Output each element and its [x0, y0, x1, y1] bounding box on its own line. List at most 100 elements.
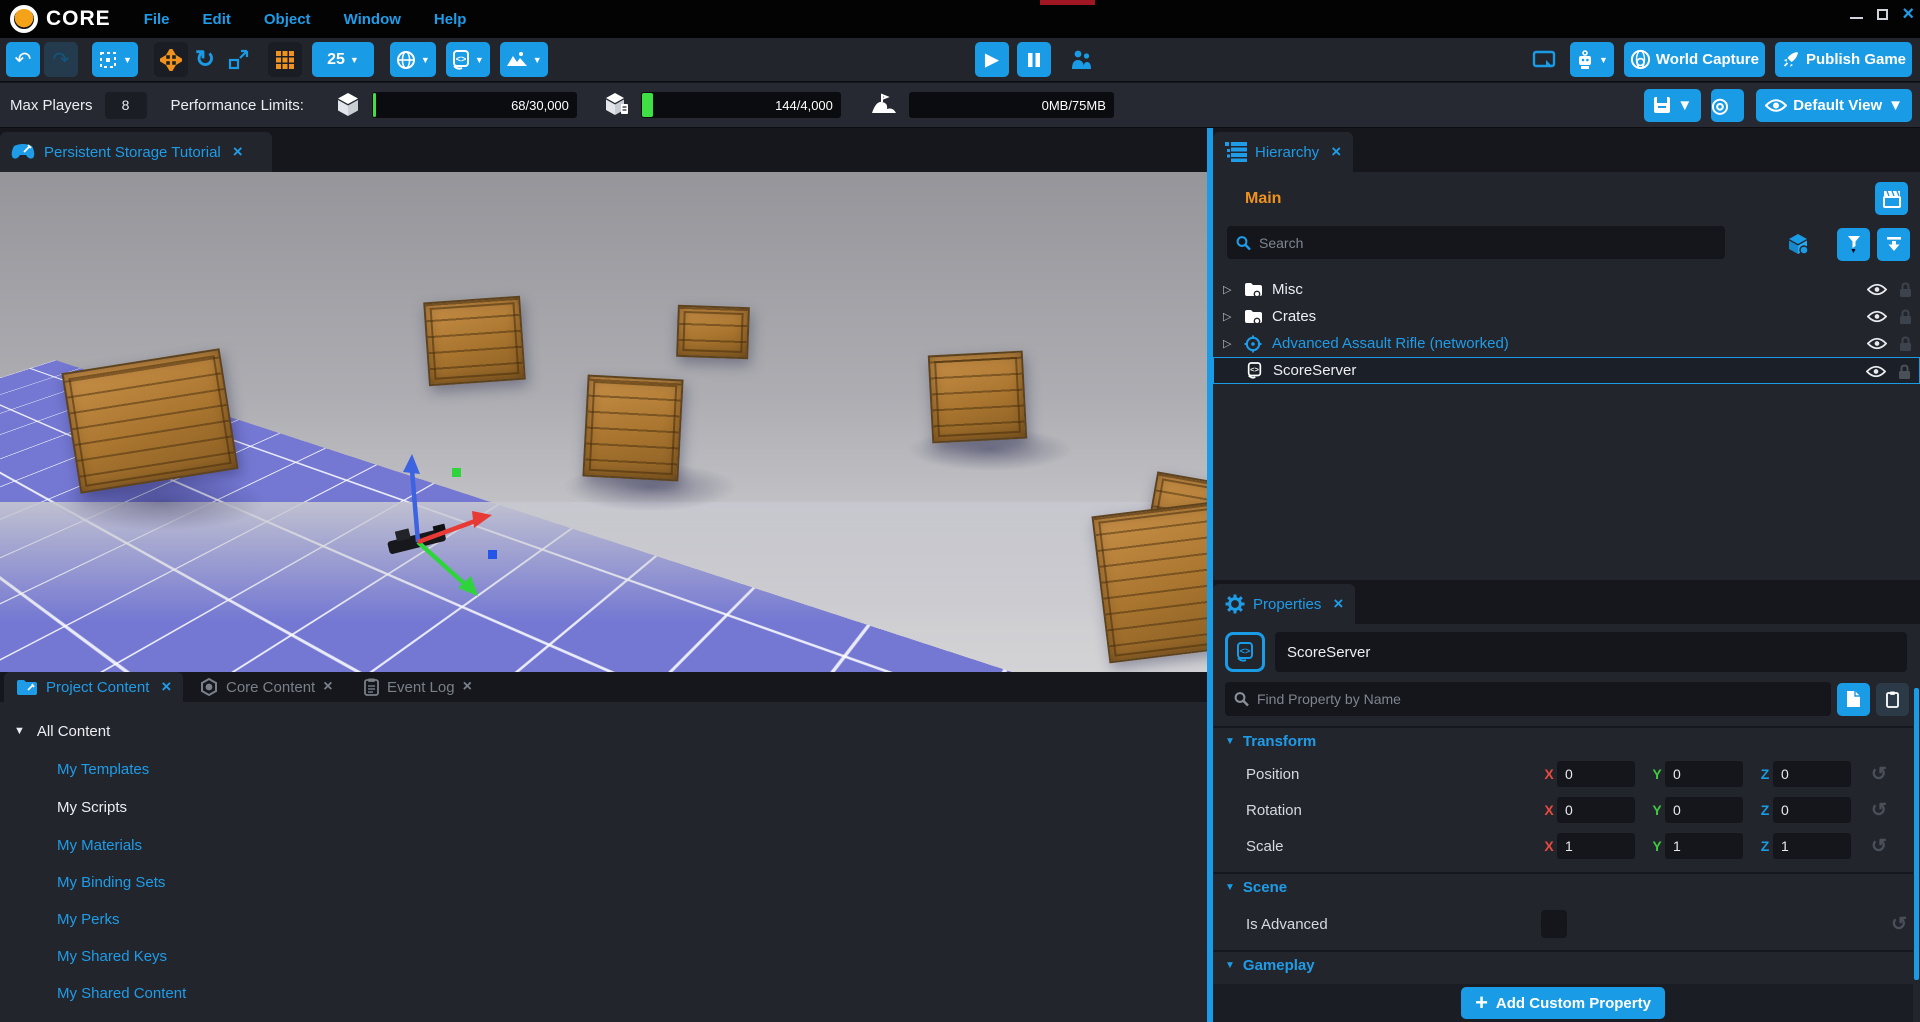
tab-event-log[interactable]: Event Log ×: [352, 672, 484, 702]
rotation-z-input[interactable]: [1773, 797, 1851, 823]
rotate-tool-button[interactable]: ↻: [188, 42, 222, 77]
visibility-eye-icon[interactable]: [1866, 364, 1886, 379]
lock-icon[interactable]: [1899, 336, 1912, 352]
transform-gizmo[interactable]: [340, 422, 570, 612]
object-cube-icon[interactable]: [1786, 232, 1810, 256]
crate[interactable]: [928, 351, 1027, 444]
expand-arrow-icon[interactable]: ▷: [1223, 310, 1235, 323]
rotation-y-input[interactable]: [1665, 797, 1743, 823]
close-window-icon[interactable]: ×: [1902, 7, 1914, 21]
save-view-dropdown[interactable]: ▼: [1644, 89, 1701, 122]
world-settings-dropdown[interactable]: ▼: [390, 42, 436, 77]
lock-icon[interactable]: [1898, 364, 1911, 380]
terrain-dropdown[interactable]: ▼: [500, 42, 548, 77]
tree-item-my-scripts[interactable]: My Scripts: [0, 792, 270, 822]
visibility-eye-icon[interactable]: [1867, 282, 1887, 297]
expand-arrow-icon[interactable]: ▷: [1223, 337, 1235, 350]
visibility-eye-icon[interactable]: [1867, 336, 1887, 351]
position-x-input[interactable]: [1557, 761, 1635, 787]
lock-icon[interactable]: [1899, 282, 1912, 298]
screen-share-button[interactable]: [1526, 42, 1562, 77]
play-button[interactable]: ▶: [975, 42, 1009, 77]
collapse-all-button[interactable]: [1877, 228, 1910, 261]
world-capture-button[interactable]: World Capture: [1624, 42, 1765, 77]
is-advanced-checkbox[interactable]: [1541, 910, 1567, 938]
scale-y-input[interactable]: [1665, 833, 1743, 859]
hierarchy-row-scoreserver-selected[interactable]: <> ScoreServer: [1213, 357, 1920, 384]
tree-item-my-perks[interactable]: My Perks: [0, 904, 270, 934]
tree-item-my-materials[interactable]: My Materials: [0, 830, 270, 860]
crate[interactable]: [423, 296, 526, 387]
crate[interactable]: [582, 375, 683, 482]
viewport-tab-persistent-storage-tutorial[interactable]: Persistent Storage Tutorial ×: [0, 132, 272, 172]
menu-edit[interactable]: Edit: [203, 11, 231, 28]
grid-snap-toggle-button[interactable]: [268, 42, 302, 77]
crate[interactable]: [676, 305, 750, 359]
viewport-3d-scene[interactable]: [0, 172, 1207, 672]
select-tool-dropdown[interactable]: ▼: [92, 42, 138, 77]
object-name-input[interactable]: [1275, 632, 1907, 672]
paste-properties-button[interactable]: [1876, 683, 1909, 716]
minimize-icon[interactable]: [1850, 9, 1863, 19]
grid-size-dropdown[interactable]: 25 ▼: [312, 42, 374, 77]
menu-object[interactable]: Object: [264, 11, 311, 28]
tree-item-my-shared-keys[interactable]: My Shared Keys: [0, 941, 270, 971]
script-dropdown[interactable]: <> ▼: [446, 42, 490, 77]
scale-z-input[interactable]: [1773, 833, 1851, 859]
reset-icon[interactable]: ↺: [1871, 763, 1887, 786]
close-tab-icon[interactable]: ×: [1333, 594, 1343, 614]
expand-arrow-icon[interactable]: ▷: [1223, 283, 1235, 296]
reset-icon[interactable]: ↺: [1871, 799, 1887, 822]
pause-button[interactable]: [1017, 42, 1051, 77]
move-tool-button[interactable]: [154, 42, 188, 77]
close-tab-icon[interactable]: ×: [323, 678, 332, 696]
tab-project-content[interactable]: Project Content ×: [4, 672, 183, 702]
undo-button[interactable]: ↶: [6, 42, 40, 77]
tree-item-my-shared-content[interactable]: My Shared Content: [0, 978, 270, 1008]
menu-file[interactable]: File: [144, 11, 170, 28]
tab-core-content[interactable]: Core Content ×: [188, 672, 345, 702]
copy-properties-button[interactable]: [1837, 683, 1870, 716]
reset-icon[interactable]: ↺: [1871, 835, 1887, 858]
redo-button[interactable]: ↷: [44, 42, 78, 77]
restore-icon[interactable]: [1877, 9, 1888, 20]
section-gameplay[interactable]: ▼ Gameplay: [1213, 950, 1913, 978]
rotation-x-input[interactable]: [1557, 797, 1635, 823]
collapse-arrow-icon[interactable]: ▼: [14, 725, 25, 737]
lock-icon[interactable]: [1899, 309, 1912, 325]
publish-game-button[interactable]: Publish Game: [1775, 42, 1912, 77]
menu-window[interactable]: Window: [344, 11, 401, 28]
hierarchy-search-input[interactable]: [1227, 226, 1725, 259]
scale-x-input[interactable]: [1557, 833, 1635, 859]
hierarchy-row-misc[interactable]: ▷ Misc: [1213, 276, 1920, 303]
reset-view-button[interactable]: ◎: [1711, 89, 1744, 122]
tab-hierarchy[interactable]: Hierarchy ×: [1213, 132, 1353, 172]
close-tab-icon[interactable]: ×: [1331, 142, 1341, 162]
multiplayer-preview-button[interactable]: [1063, 42, 1099, 77]
scale-tool-button[interactable]: [222, 42, 256, 77]
hierarchy-row-advanced-assault-rifle[interactable]: ▷ Advanced Assault Rifle (networked): [1213, 330, 1920, 357]
crate[interactable]: [1091, 501, 1207, 664]
position-y-input[interactable]: [1665, 761, 1743, 787]
section-transform[interactable]: ▼ Transform: [1213, 726, 1913, 754]
visibility-eye-icon[interactable]: [1867, 309, 1887, 324]
hierarchy-filter-button[interactable]: ▼: [1837, 228, 1870, 261]
position-z-input[interactable]: [1773, 761, 1851, 787]
scene-manager-button[interactable]: [1875, 182, 1908, 215]
section-scene[interactable]: ▼ Scene: [1213, 872, 1913, 900]
close-tab-icon[interactable]: ×: [233, 142, 243, 162]
close-tab-icon[interactable]: ×: [161, 677, 171, 697]
add-custom-property-button[interactable]: + Add Custom Property: [1461, 987, 1665, 1019]
bot-mode-dropdown[interactable]: ▼: [1570, 42, 1614, 77]
reset-icon[interactable]: ↺: [1891, 913, 1907, 936]
tab-properties[interactable]: Properties ×: [1213, 584, 1355, 624]
property-search-input[interactable]: [1225, 682, 1831, 716]
close-tab-icon[interactable]: ×: [463, 678, 472, 696]
tree-item-my-binding-sets[interactable]: My Binding Sets: [0, 867, 270, 897]
max-players-input[interactable]: [105, 92, 147, 119]
tree-item-my-templates[interactable]: My Templates: [0, 754, 270, 784]
properties-scrollbar[interactable]: [1914, 688, 1919, 980]
hierarchy-row-crates[interactable]: ▷ Crates: [1213, 303, 1920, 330]
default-view-dropdown[interactable]: Default View ▼: [1756, 89, 1912, 122]
tree-item-all-content[interactable]: ▼ All Content: [0, 716, 270, 746]
